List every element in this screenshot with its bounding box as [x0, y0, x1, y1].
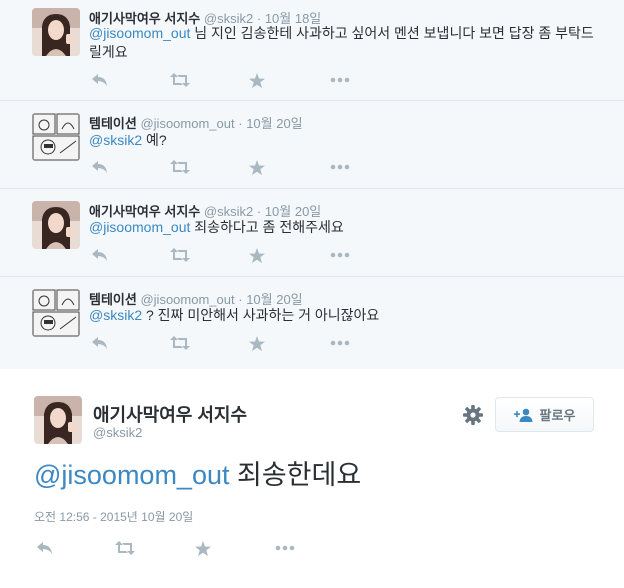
- reply-icon: [92, 249, 107, 261]
- more-icon: [330, 252, 350, 258]
- reply-icon: [92, 337, 107, 349]
- tweet-fullname[interactable]: 템테이션: [89, 292, 137, 307]
- retweet-icon: [170, 73, 190, 87]
- girl-avatar-icon: [32, 201, 80, 249]
- tweet-actions: [34, 538, 334, 558]
- reply-button[interactable]: [89, 157, 111, 177]
- retweet-icon: [115, 541, 135, 555]
- follow-label: 팔로우: [539, 408, 576, 423]
- tweet[interactable]: 애기사막여우 서지수 @sksik2 · 10월 18일 @jisoomom_o…: [0, 0, 624, 101]
- separator-dot: ·: [256, 204, 262, 219]
- favorite-button[interactable]: [192, 538, 214, 558]
- retweet-button[interactable]: [114, 538, 136, 558]
- reply-button[interactable]: [34, 538, 56, 558]
- retweet-button[interactable]: [169, 333, 191, 353]
- tweet-fullname[interactable]: 템테이션: [89, 116, 137, 131]
- tweet-body: 예?: [142, 132, 167, 148]
- tweet-username[interactable]: @sksik2: [93, 425, 142, 440]
- tweet-actions: [89, 333, 389, 353]
- retweet-button[interactable]: [169, 70, 191, 90]
- more-button[interactable]: [329, 70, 351, 90]
- retweet-button[interactable]: [169, 245, 191, 265]
- avatar[interactable]: [34, 396, 82, 444]
- avatar[interactable]: [32, 113, 80, 161]
- girl-avatar-icon: [34, 396, 82, 444]
- tweet-username[interactable]: @jisoomom_out: [140, 292, 234, 307]
- reply-button[interactable]: [89, 245, 111, 265]
- separator-dot: ·: [238, 292, 243, 307]
- more-button[interactable]: [329, 333, 351, 353]
- reply-icon: [37, 542, 52, 554]
- separator-dot: ·: [238, 116, 243, 131]
- tweet-text: @jisoomom_out 죄송하다고 좀 전해주세요: [89, 218, 599, 237]
- retweet-button[interactable]: [169, 157, 191, 177]
- reply-button[interactable]: [89, 333, 111, 353]
- follow-button[interactable]: 팔로우: [495, 397, 594, 432]
- tweet-fullname[interactable]: 애기사막여우 서지수: [89, 204, 200, 219]
- mention-link[interactable]: @sksik2: [89, 132, 142, 148]
- star-icon: [249, 335, 265, 351]
- favorite-button[interactable]: [246, 70, 268, 90]
- tweet-text: @sksik2 ? 진짜 미안해서 사과하는 거 아니잖아요: [89, 306, 599, 325]
- add-user-icon: [513, 408, 533, 422]
- mention-link[interactable]: @jisoomom_out: [89, 25, 190, 41]
- reply-button[interactable]: [89, 70, 111, 90]
- tweet-timestamp[interactable]: 10월 20일: [246, 292, 302, 307]
- settings-button[interactable]: [462, 404, 484, 426]
- tweet-text: @jisoomom_out 죄송한데요: [34, 458, 361, 492]
- more-icon: [330, 340, 350, 346]
- star-icon: [249, 159, 265, 175]
- conversation-thread: 애기사막여우 서지수 @sksik2 · 10월 18일 @jisoomom_o…: [0, 0, 624, 369]
- star-icon: [249, 247, 265, 263]
- tweet-username[interactable]: @sksik2: [204, 204, 253, 219]
- more-button[interactable]: [329, 157, 351, 177]
- tweet[interactable]: 템테이션 @jisoomom_out · 10월 20일 @sksik2 ? 진…: [0, 277, 624, 369]
- tweet-fullname[interactable]: 애기사막여우 서지수: [93, 401, 247, 427]
- tweet-body: 죄송하다고 좀 전해주세요: [190, 219, 344, 235]
- mention-link[interactable]: @sksik2: [89, 307, 142, 323]
- tweet-body: ? 진짜 미안해서 사과하는 거 아니잖아요: [142, 307, 380, 323]
- tweet[interactable]: 템테이션 @jisoomom_out · 10월 20일 @sksik2 예?: [0, 101, 624, 189]
- gear-icon: [463, 405, 483, 425]
- comic-avatar-icon: [32, 113, 80, 161]
- reply-icon: [92, 74, 107, 86]
- comic-avatar-icon: [32, 289, 80, 337]
- reply-icon: [92, 161, 107, 173]
- mention-link[interactable]: @jisoomom_out: [34, 460, 230, 490]
- more-button[interactable]: [274, 538, 296, 558]
- avatar[interactable]: [32, 8, 80, 56]
- more-button[interactable]: [329, 245, 351, 265]
- star-icon: [195, 540, 211, 556]
- permalink-tweet: 애기사막여우 서지수 @sksik2 팔로우 @jisoomom_out 죄송한…: [0, 369, 624, 588]
- tweet-timestamp[interactable]: 10월 20일: [246, 116, 302, 131]
- mention-link[interactable]: @jisoomom_out: [89, 219, 190, 235]
- tweet-text: @jisoomom_out 님 지인 김송한테 사과하고 싶어서 멘션 보냅니다…: [89, 24, 599, 62]
- tweet-text: @sksik2 예?: [89, 131, 599, 150]
- avatar[interactable]: [32, 201, 80, 249]
- retweet-icon: [170, 160, 190, 174]
- tweet-actions: [89, 245, 389, 265]
- avatar[interactable]: [32, 289, 80, 337]
- more-icon: [330, 164, 350, 170]
- favorite-button[interactable]: [246, 245, 268, 265]
- girl-avatar-icon: [32, 8, 80, 56]
- more-icon: [275, 545, 295, 551]
- tweet[interactable]: 애기사막여우 서지수 @sksik2 · 10월 20일 @jisoomom_o…: [0, 189, 624, 277]
- tweet-username[interactable]: @jisoomom_out: [140, 116, 234, 131]
- tweet-timestamp[interactable]: 오전 12:56 - 2015년 10월 20일: [34, 508, 193, 525]
- more-icon: [330, 77, 350, 83]
- tweet-timestamp[interactable]: 10월 20일: [265, 204, 321, 219]
- retweet-icon: [170, 336, 190, 350]
- favorite-button[interactable]: [246, 333, 268, 353]
- tweet-actions: [89, 70, 389, 90]
- retweet-icon: [170, 248, 190, 262]
- favorite-button[interactable]: [246, 157, 268, 177]
- tweet-actions: [89, 157, 389, 177]
- tweet-body: 죄송한데요: [229, 460, 362, 490]
- star-icon: [249, 72, 265, 88]
